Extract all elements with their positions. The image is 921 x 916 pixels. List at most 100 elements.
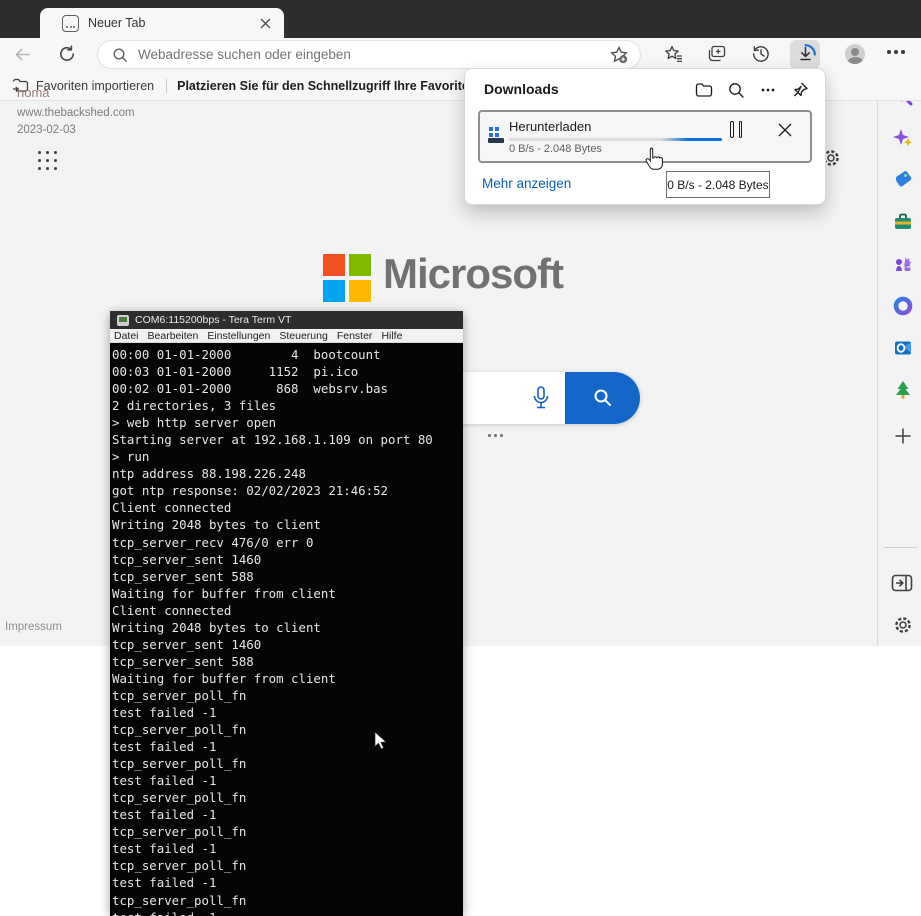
cancel-download-button[interactable] (777, 122, 793, 138)
console-line: tcp_server_poll_fn (112, 687, 463, 704)
close-tab-icon[interactable] (256, 14, 274, 32)
download-progress-bar (509, 138, 722, 141)
menu-item[interactable]: Bearbeiten (148, 330, 199, 342)
console-line: tcp_server_poll_fn (112, 857, 463, 874)
console-line: Waiting for buffer from client (112, 670, 463, 687)
menu-item[interactable]: Hilfe (381, 330, 402, 342)
tera-term-menubar[interactable]: Datei Bearbeiten Einstellungen Steuerung Fen… (110, 329, 463, 343)
browser-tab[interactable]: Neuer Tab (40, 8, 284, 38)
serial-console-output: 00:00 01-01-2000 4 bootcount00:03 01-01-… (110, 343, 463, 916)
collections-icon[interactable] (708, 45, 726, 68)
console-line: tcp_server_recv 476/0 err 0 (112, 534, 463, 551)
console-line: test failed -1 (112, 840, 463, 857)
console-line: 00:00 01-01-2000 4 bootcount (112, 346, 463, 363)
tera-term-window[interactable]: COM6:115200bps - Tera Term VT Datei Bearb… (110, 311, 463, 916)
page-more-options-icon[interactable] (488, 434, 503, 437)
console-line: test failed -1 (112, 806, 463, 823)
clipped-page-link[interactable]: homa (17, 85, 50, 100)
tab-title: Neuer Tab (88, 16, 145, 30)
console-line: test failed -1 (112, 772, 463, 789)
console-line: Writing 2048 bytes to client (112, 516, 463, 533)
site-url-text: www.thebackshed.com (17, 107, 135, 119)
refresh-icon[interactable] (58, 45, 76, 68)
sidebar-shopping-tag-icon[interactable] (893, 170, 913, 190)
new-tab-page-icon (62, 15, 79, 32)
import-favorites-label: Favoriten importieren (36, 79, 154, 93)
console-line: tcp_server_poll_fn (112, 892, 463, 909)
console-line: 00:03 01-01-2000 1152 pi.ico (112, 363, 463, 380)
downloads-popup: Downloads Herunterladen 0 B/s - 2.048 By… (464, 68, 826, 205)
sidebar-settings-gear-icon[interactable] (893, 615, 913, 635)
settings-more-icon[interactable] (887, 50, 905, 54)
search-icon (112, 47, 128, 63)
tera-term-app-icon (117, 315, 129, 326)
sidebar-open-panel-icon[interactable] (891, 574, 911, 594)
console-line: Starting server at 192.168.1.109 on port… (112, 431, 463, 448)
search-icon (591, 386, 615, 410)
sidebar-toolbox-icon[interactable] (893, 212, 913, 232)
downloads-icon[interactable] (795, 44, 816, 70)
app-launcher-icon[interactable] (38, 151, 58, 171)
site-date-text: 2023-02-03 (17, 124, 76, 136)
console-line: tcp_server_sent 1460 (112, 551, 463, 568)
console-line: tcp_server_poll_fn (112, 789, 463, 806)
search-downloads-icon[interactable] (727, 81, 745, 99)
search-button[interactable] (565, 372, 640, 424)
menu-item[interactable]: Datei (114, 330, 139, 342)
console-line: got ntp response: 02/02/2023 21:46:52 (112, 482, 463, 499)
sidebar-divider (877, 100, 878, 646)
menu-item[interactable]: Steuerung (279, 330, 327, 342)
pause-download-button[interactable] (730, 121, 742, 138)
console-line: > web http server open (112, 414, 463, 431)
microphone-icon[interactable] (528, 384, 554, 419)
tera-term-title: COM6:115200bps - Tera Term VT (135, 314, 291, 326)
hand-cursor (643, 147, 665, 178)
console-line: 00:02 01-01-2000 868 websrv.bas (112, 380, 463, 397)
console-line: test failed -1 (112, 738, 463, 755)
favorites-icon[interactable] (665, 45, 683, 68)
sidebar-outlook-icon[interactable] (893, 338, 913, 358)
microsoft-logo-icon (323, 254, 371, 302)
download-file-icon (488, 127, 506, 145)
favorites-bar-separator (166, 79, 167, 93)
console-line: Waiting for buffer from client (112, 585, 463, 602)
sidebar-add-icon[interactable] (893, 426, 913, 446)
downloads-more-icon[interactable] (759, 81, 777, 99)
back-icon (14, 46, 31, 68)
console-line: ntp address 88.198.226.248 (112, 465, 463, 482)
console-line: test failed -1 (112, 704, 463, 721)
console-line: test failed -1 (112, 874, 463, 891)
address-input[interactable] (136, 46, 570, 63)
history-icon[interactable] (752, 45, 770, 68)
console-line: test failed -1 (112, 909, 463, 916)
sidebar-separator (884, 547, 917, 548)
sidebar-microsoft-365-icon[interactable] (893, 296, 913, 316)
console-line: > run (112, 448, 463, 465)
download-item-status: 0 B/s - 2.048 Bytes (509, 143, 602, 155)
console-line: tcp_server_poll_fn (112, 823, 463, 840)
impressum-link[interactable]: Impressum (5, 621, 62, 633)
downloads-popup-title: Downloads (484, 81, 559, 97)
sidebar-games-icon[interactable] (893, 254, 913, 274)
show-more-downloads-link[interactable]: Mehr anzeigen (482, 176, 571, 191)
console-line: Writing 2048 bytes to client (112, 619, 463, 636)
pin-downloads-icon[interactable] (791, 81, 809, 99)
menu-item[interactable]: Einstellungen (207, 330, 270, 342)
download-item-name: Herunterladen (509, 119, 591, 134)
console-line: tcp_server_sent 588 (112, 568, 463, 585)
console-line: tcp_server_sent 1460 (112, 636, 463, 653)
favorites-bar-hint: Platzieren Sie für den Schnellzugriff Ih… (177, 79, 473, 93)
sidebar-tree-icon[interactable] (893, 380, 913, 400)
add-favorite-icon[interactable] (610, 46, 628, 64)
console-line: tcp_server_sent 588 (112, 653, 463, 670)
console-line: tcp_server_poll_fn (112, 721, 463, 738)
microsoft-wordmark: Microsoft (383, 250, 563, 298)
profile-avatar[interactable] (845, 44, 865, 64)
address-bar[interactable] (98, 41, 640, 68)
download-status-tooltip: 0 B/s - 2.048 Bytes (666, 171, 770, 198)
menu-item[interactable]: Fenster (337, 330, 373, 342)
tera-term-titlebar[interactable]: COM6:115200bps - Tera Term VT (110, 311, 463, 329)
open-downloads-folder-icon[interactable] (695, 81, 713, 99)
console-line: tcp_server_poll_fn (112, 755, 463, 772)
sidebar-discover-sparkle-icon[interactable] (893, 128, 913, 148)
